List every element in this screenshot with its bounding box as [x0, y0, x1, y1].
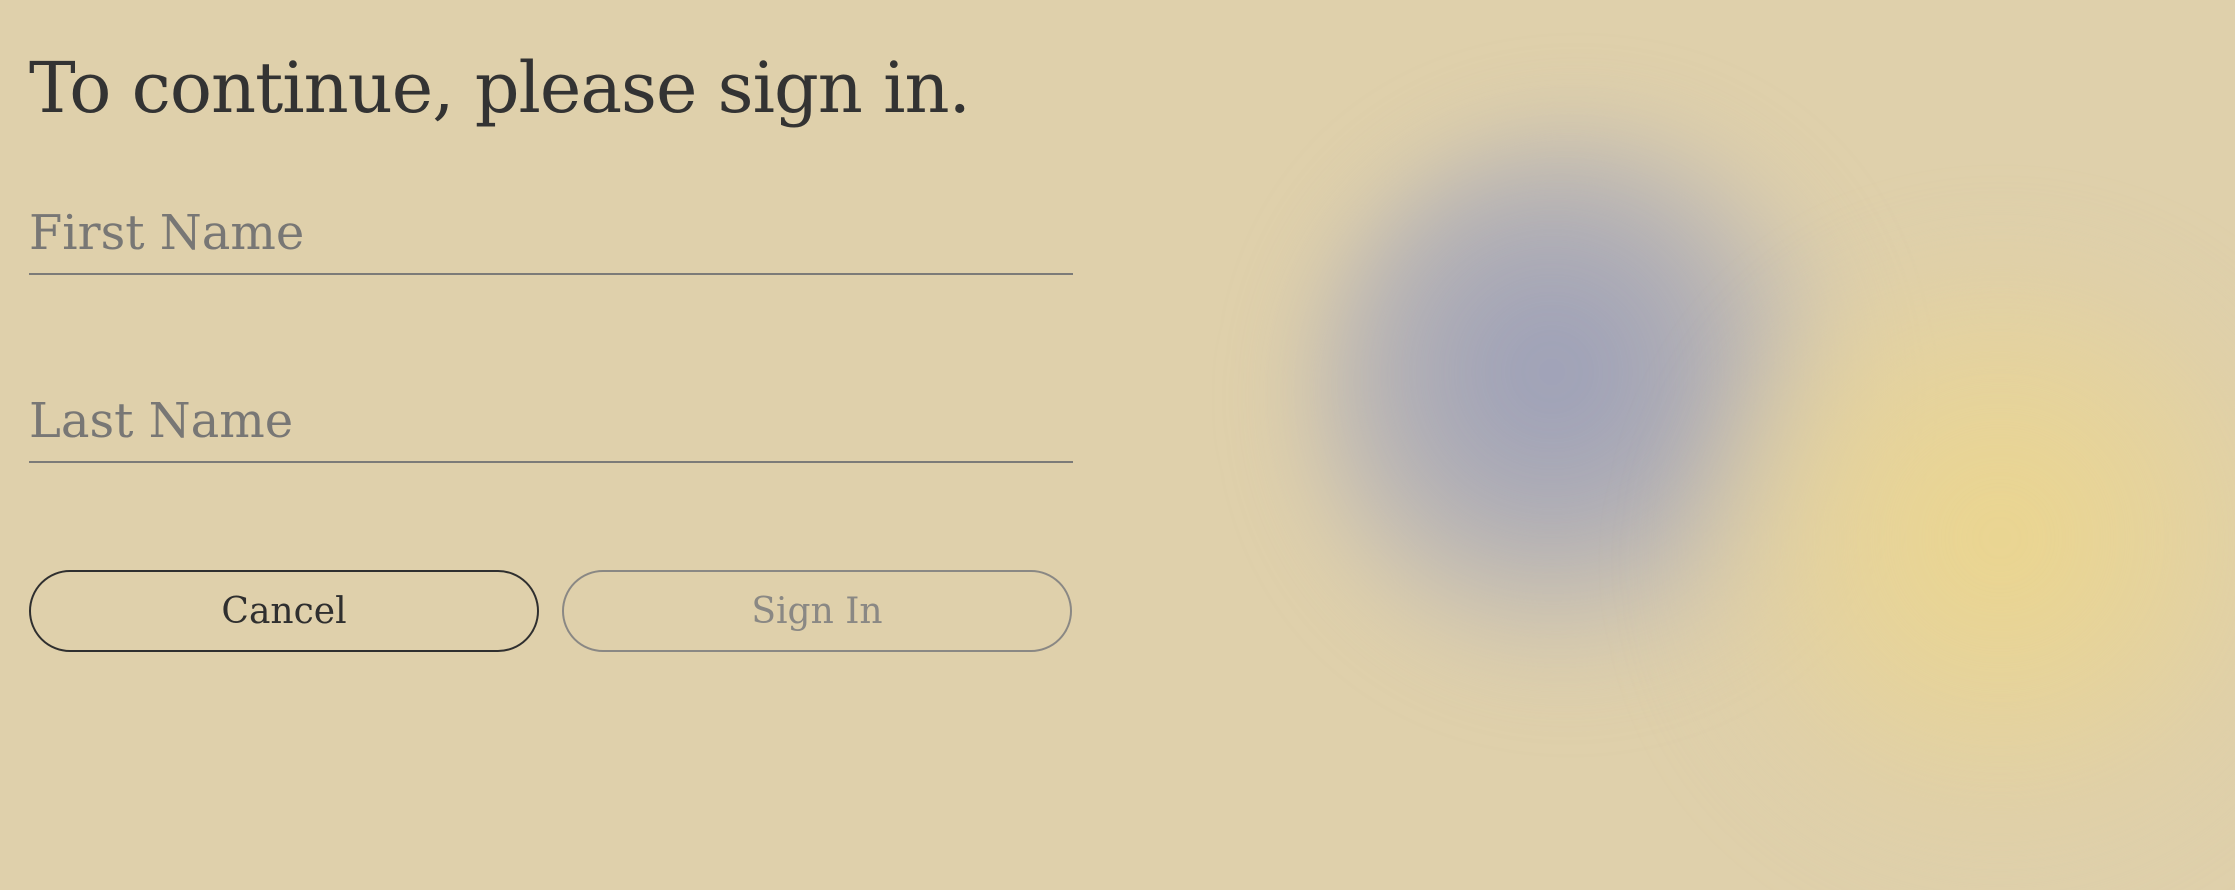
blue-gradient-blob [1300, 120, 1860, 680]
yellow-gradient-blob [1680, 250, 2235, 890]
first-name-field [29, 193, 1073, 275]
page-title: To continue, please sign in. [29, 47, 971, 129]
last-name-field [29, 381, 1073, 463]
first-name-input[interactable] [29, 193, 1073, 273]
sign-in-button[interactable]: Sign In [562, 570, 1072, 652]
last-name-input[interactable] [29, 381, 1073, 461]
cancel-button[interactable]: Cancel [29, 570, 539, 652]
